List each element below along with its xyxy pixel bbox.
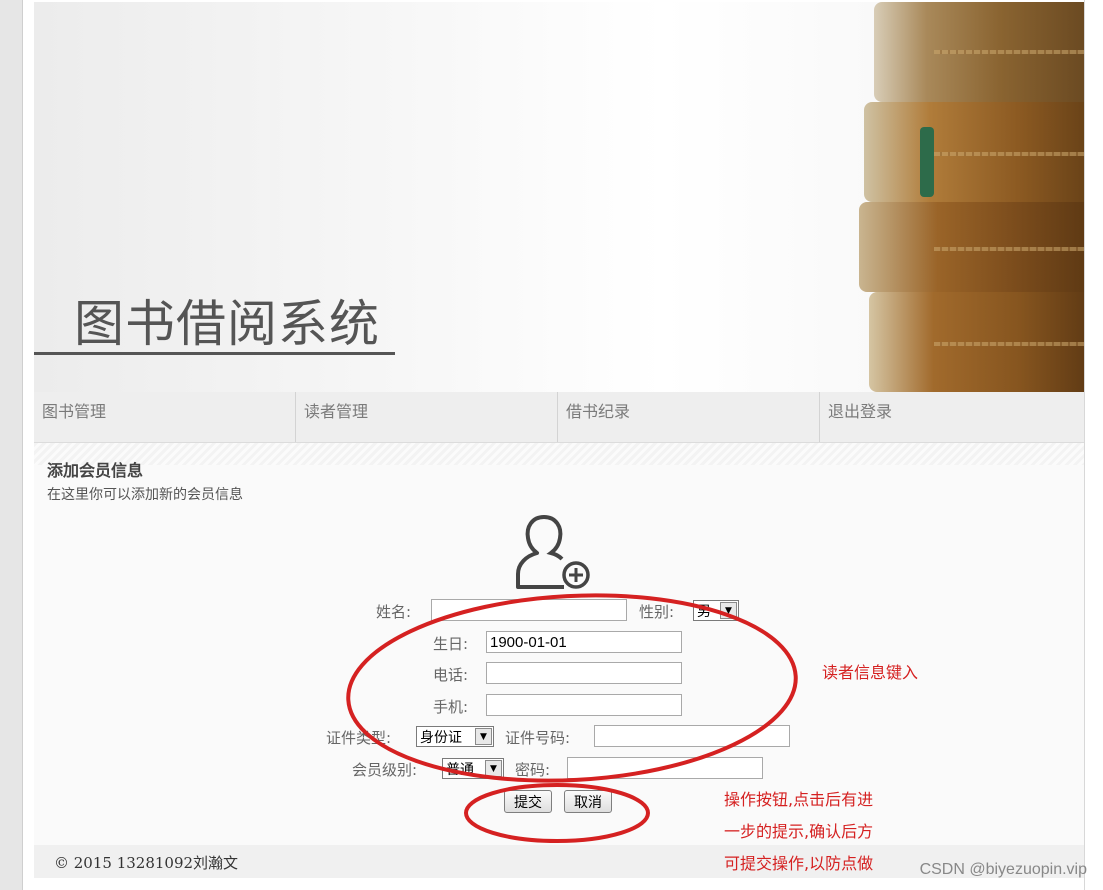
idnum-label: 证件号码: [505,729,571,747]
chevron-down-icon[interactable]: ▼ [720,602,737,619]
watermark-text: CSDN @biyezuopin.vip [919,861,1087,878]
phone-input[interactable] [486,662,682,684]
idtype-label: 证件类型: [326,729,392,747]
window-right-border [1084,0,1103,890]
gender-select-value: 男 [697,603,711,620]
system-title: 图书借阅系统 [74,295,380,353]
chevron-down-icon[interactable]: ▼ [485,760,502,777]
annotation-button-note-1: 操作按钮,点击后有进 [724,790,874,809]
book-pages [934,152,1084,156]
password-label: 密码: [515,761,551,779]
add-user-icon [516,515,590,589]
password-input[interactable] [567,757,763,779]
idtype-select[interactable]: 身份证 ▼ [416,726,494,747]
annotation-button-note-2: 一步的提示,确认后方 [724,822,874,841]
level-select-value: 普通 [446,761,474,778]
annotation-input-note: 读者信息键入 [822,663,919,682]
nav-reader-management[interactable]: 读者管理 [296,392,558,442]
birthday-input[interactable] [486,631,682,653]
nav-book-management[interactable]: 图书管理 [34,392,296,442]
book-pages [934,50,1084,54]
level-label: 会员级别: [352,761,418,779]
gender-label: 性别: [639,603,675,621]
book-pages [934,342,1084,346]
window-left-border [0,0,23,890]
idtype-select-value: 身份证 [420,729,462,746]
page-subtitle: 在这里你可以添加新的会员信息 [47,487,243,503]
mobile-label: 手机: [433,698,469,716]
gender-select[interactable]: 男 ▼ [693,600,739,621]
name-label: 姓名: [376,603,412,621]
book-pages [934,247,1084,251]
copyright-text: © 2015 13281092刘瀚文 [54,854,239,872]
annotation-button-note-3: 可提交操作,以防点做 [724,854,874,873]
phone-label: 电话: [433,666,469,684]
submit-button[interactable]: 提交 [504,790,552,813]
content-stripe [34,443,1084,465]
nav-borrow-records[interactable]: 借书纪录 [558,392,820,442]
name-input[interactable] [431,599,627,621]
cancel-button[interactable]: 取消 [564,790,612,813]
nav-logout[interactable]: 退出登录 [820,392,1082,442]
idnum-input[interactable] [594,725,790,747]
main-nav: 图书管理 读者管理 借书纪录 退出登录 [34,392,1084,443]
title-underline [34,352,395,355]
mobile-input[interactable] [486,694,682,716]
birthday-label: 生日: [433,635,469,653]
books-illustration [854,2,1084,392]
chevron-down-icon[interactable]: ▼ [475,728,492,745]
header-banner: 图书借阅系统 [34,2,1084,392]
book-bookmark [920,127,934,197]
level-select[interactable]: 普通 ▼ [442,758,504,779]
page-title: 添加会员信息 [47,461,144,480]
